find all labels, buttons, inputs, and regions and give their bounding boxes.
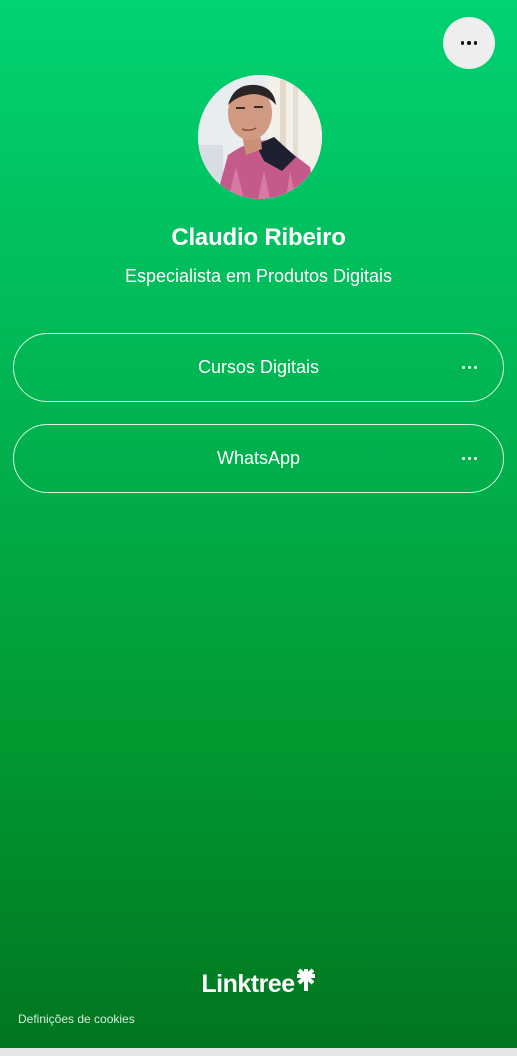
- more-horizontal-icon: [461, 457, 477, 460]
- page-menu-button[interactable]: [443, 17, 495, 69]
- profile-bio: Especialista em Produtos Digitais: [124, 266, 393, 286]
- more-horizontal-icon: [461, 366, 477, 369]
- linktree-page: Claudio Ribeiro Especialista em Produtos…: [0, 0, 517, 1048]
- more-horizontal-icon: [460, 41, 478, 45]
- link-button-cursos-digitais[interactable]: Cursos Digitais: [13, 333, 504, 402]
- link-label: WhatsApp: [216, 448, 301, 468]
- linktree-asterisk-icon: [296, 968, 316, 997]
- logo-text: Linktree: [201, 970, 295, 998]
- cookie-settings-link[interactable]: Definições de cookies: [18, 1012, 135, 1026]
- link-label: Cursos Digitais: [197, 357, 320, 377]
- link-button-whatsapp[interactable]: WhatsApp: [13, 424, 504, 493]
- link-more-button[interactable]: [457, 356, 481, 380]
- bottom-strip: [0, 1048, 517, 1056]
- link-more-button[interactable]: [457, 447, 481, 471]
- profile-name: Claudio Ribeiro: [171, 224, 346, 251]
- avatar: [198, 75, 322, 199]
- linktree-logo[interactable]: Linktree: [0, 968, 517, 999]
